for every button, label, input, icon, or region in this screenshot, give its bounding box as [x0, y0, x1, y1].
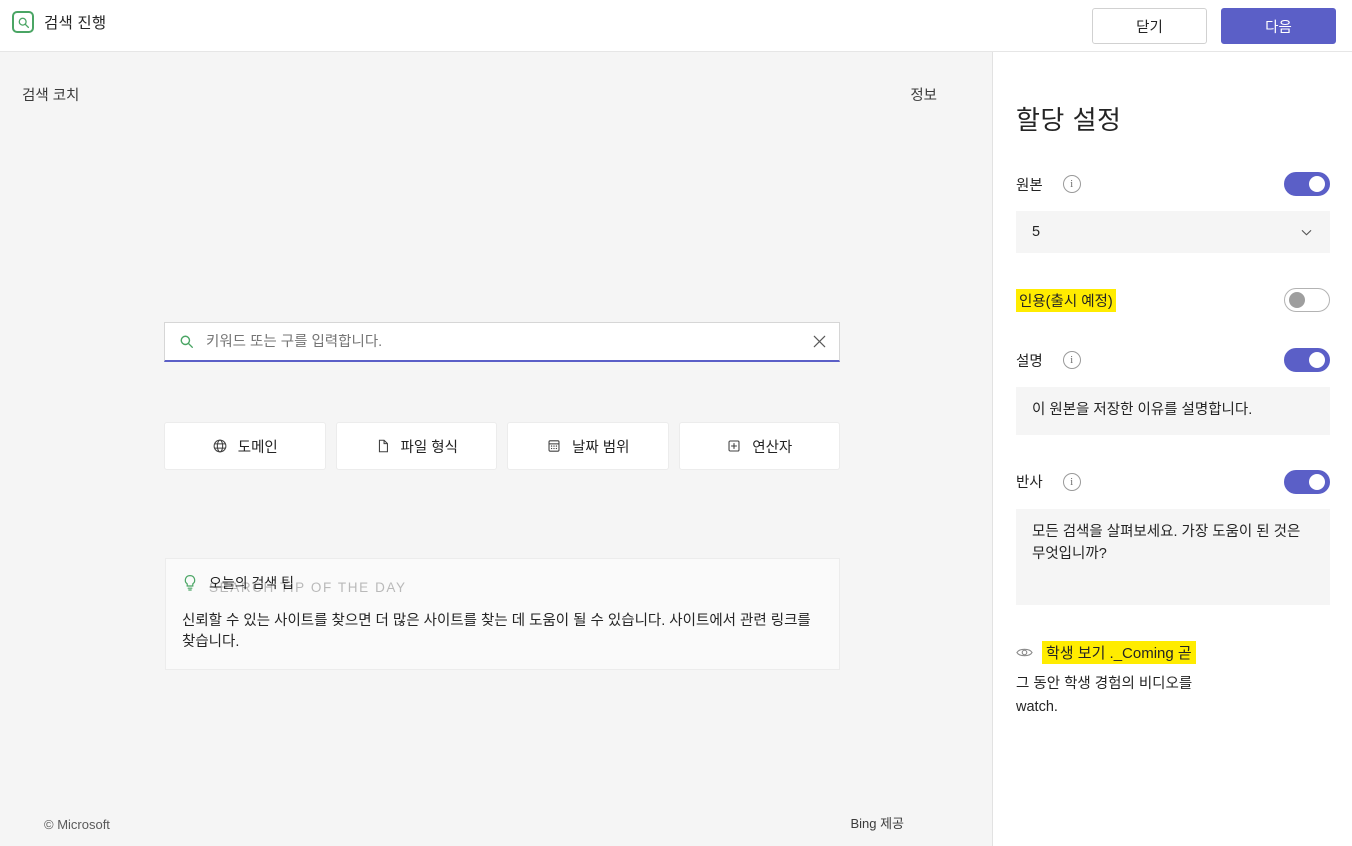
search-tip-title-ko: 오늘의 검색 팁: [209, 575, 295, 591]
toggle-knob: [1309, 352, 1325, 368]
description-field[interactable]: 이 원본을 저장한 이유를 설명합니다.: [1016, 387, 1330, 435]
citations-label: 인용(출시 예정): [1016, 288, 1116, 312]
filter-row: 도메인 파일 형식 날짜 범위 연산자: [164, 422, 840, 470]
setting-row-reflection: 반사 i: [1016, 469, 1330, 495]
copyright-label: © Microsoft: [44, 817, 110, 832]
filter-domain-button[interactable]: 도메인: [164, 422, 326, 470]
reflection-field[interactable]: 모든 검색을 살펴보세요. 가장 도움이 된 것은 무엇입니까?: [1016, 508, 1330, 605]
sources-label: 원본: [1016, 177, 1043, 194]
student-view-description: 그 동안 학생 경험의 비디오를 watch.: [1016, 675, 1193, 715]
calendar-icon: [546, 438, 562, 454]
sources-toggle[interactable]: [1284, 172, 1330, 196]
info-icon[interactable]: i: [1062, 351, 1081, 369]
document-icon: [375, 438, 391, 454]
search-tip-title-stack: SEARCH TIP OF THE DAY 오늘의 검색 팁: [209, 573, 405, 595]
toggle-knob: [1309, 473, 1325, 490]
search-box-icon: [12, 11, 34, 33]
next-button[interactable]: 다음: [1221, 8, 1336, 44]
filter-domain-label: 도메인: [237, 439, 278, 456]
toggle-knob: [1309, 176, 1325, 192]
assignment-settings-panel: 할당 설정 원본 i 5 인용(출시 예정) 설명 i 이 원본을 저장한 이유…: [994, 52, 1352, 846]
top-bar: 검색 진행 닫기 다음: [0, 0, 1352, 52]
close-button[interactable]: 닫기: [1092, 8, 1207, 44]
settings-title: 할당 설정: [1016, 105, 1122, 135]
citations-toggle[interactable]: [1284, 288, 1330, 312]
topbar-actions: 닫기 다음: [1092, 8, 1336, 44]
search-area: [164, 322, 840, 362]
close-icon[interactable]: [799, 323, 839, 361]
student-view-section: 학생 보기 ._Coming 곧 그 동안 학생 경험의 비디오를 watch.: [1016, 640, 1330, 719]
powered-by-label: Bing 제공: [850, 816, 904, 831]
filter-operators-button[interactable]: 연산자: [678, 422, 840, 470]
search-tip-card: SEARCH TIP OF THE DAY 오늘의 검색 팁 신뢰할 수 있는 …: [165, 558, 840, 671]
search-tip-body: 신뢰할 수 있는 사이트를 찾으면 더 많은 사이트를 찾는 데 도움이 될 수…: [182, 613, 811, 651]
globe-icon: [212, 438, 228, 454]
description-toggle[interactable]: [1284, 348, 1330, 372]
student-view-title[interactable]: 학생 보기 ._Coming 곧: [1042, 640, 1196, 664]
app-identity: 검색 진행: [12, 11, 106, 33]
reflection-label: 반사: [1016, 475, 1043, 492]
eye-icon: [1016, 646, 1033, 659]
toggle-knob: [1289, 292, 1305, 308]
search-input[interactable]: [194, 333, 799, 350]
search-tip-header: SEARCH TIP OF THE DAY 오늘의 검색 팁: [182, 573, 821, 599]
page-title: 검색 진행: [44, 15, 107, 32]
sources-count-value: 5: [1032, 224, 1041, 240]
setting-row-citations: 인용(출시 예정): [1016, 287, 1330, 313]
filter-filetype-button[interactable]: 파일 형식: [335, 422, 497, 470]
chevron-down-icon: [1299, 225, 1314, 240]
search-coach-label: 검색 코치: [22, 88, 80, 104]
sources-count-select[interactable]: 5: [1016, 211, 1330, 253]
description-label: 설명: [1016, 353, 1043, 370]
magnifier-icon: [179, 334, 194, 349]
info-link[interactable]: 정보: [910, 84, 937, 105]
filter-daterange-button[interactable]: 날짜 범위: [507, 422, 669, 470]
lightbulb-icon: [182, 574, 198, 597]
reflection-toggle[interactable]: [1284, 469, 1330, 494]
search-box[interactable]: [164, 322, 840, 362]
filter-filetype-label: 파일 형식: [400, 439, 458, 456]
setting-row-description: 설명 i: [1016, 347, 1330, 373]
filter-operators-label: 연산자: [752, 439, 793, 456]
student-view-header: 학생 보기 ._Coming 곧: [1016, 640, 1330, 664]
search-coach-panel: 검색 코치 정보 키워드 또는 구를 입력합니다. 도메인 파일 형식 날짜 범…: [0, 52, 993, 846]
plus-box-icon: [726, 438, 742, 454]
info-icon[interactable]: i: [1062, 472, 1081, 491]
info-icon[interactable]: i: [1062, 175, 1081, 193]
filter-daterange-label: 날짜 범위: [572, 439, 630, 456]
setting-row-sources: 원본 i: [1016, 171, 1330, 197]
